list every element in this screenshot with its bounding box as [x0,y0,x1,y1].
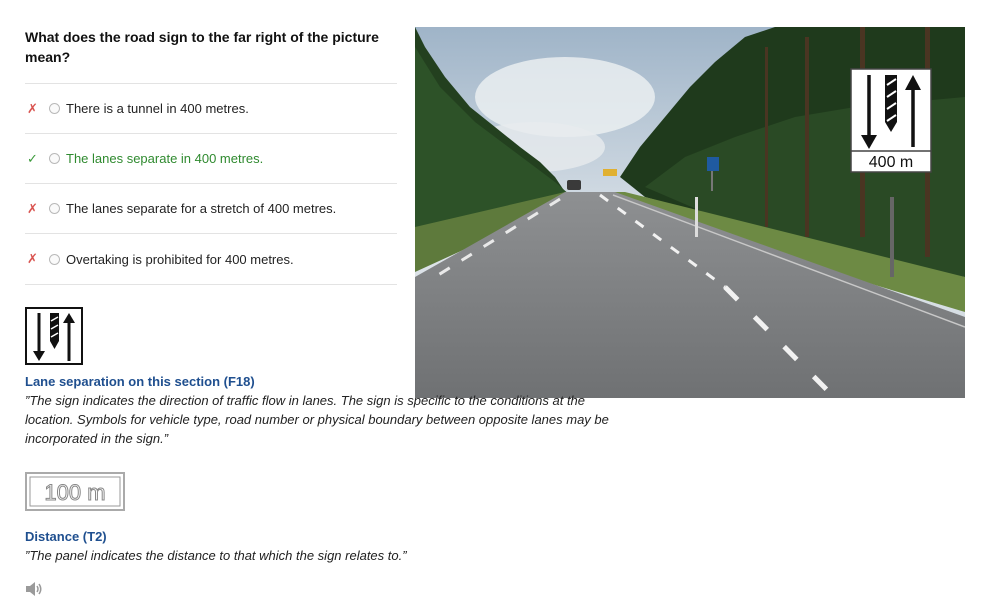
explanation-title: Lane separation on this section (F18) [25,374,255,389]
lane-separation-sign-icon [25,307,83,365]
distance-sign-text: 100 m [44,480,105,505]
road-photo: 400 m [415,27,965,398]
answer-label: There is a tunnel in 400 metres. [66,101,249,116]
answer-list: ✗ There is a tunnel in 400 metres. ✓ The… [25,83,397,285]
photo-sign-text: 400 m [869,154,913,171]
radio-button[interactable] [49,103,60,114]
radio-button[interactable] [49,153,60,164]
radio-button[interactable] [49,253,60,265]
answer-label: The lanes separate in 400 metres. [66,151,264,166]
wrong-mark-icon: ✗ [27,200,38,216]
radio-button[interactable] [49,203,60,214]
wrong-mark-icon: ✗ [27,251,38,266]
correct-mark-icon: ✓ [27,150,38,166]
speaker-icon[interactable] [25,580,43,598]
question-text: What does the road sign to the far right… [25,29,379,65]
answer-label: The lanes separate for a stretch of 400 … [66,201,337,216]
explanation-text: ”The sign indicates the direction of tra… [25,393,609,446]
answer-option[interactable]: ✓ The lanes separate in 400 metres. [25,133,397,183]
answer-option[interactable]: ✗ There is a tunnel in 400 metres. [25,83,397,133]
explanation-title: Distance (T2) [25,529,107,544]
explanation-text: ”The panel indicates the distance to tha… [25,548,407,563]
wrong-mark-icon: ✗ [27,100,38,116]
distance-sign-icon: 100 m [25,472,125,511]
answer-label: Overtaking is prohibited for 400 metres. [66,251,294,267]
answer-option[interactable]: ✗ The lanes separate for a stretch of 40… [25,183,397,233]
answer-option[interactable]: ✗ Overtaking is prohibited for 400 metre… [25,233,397,285]
